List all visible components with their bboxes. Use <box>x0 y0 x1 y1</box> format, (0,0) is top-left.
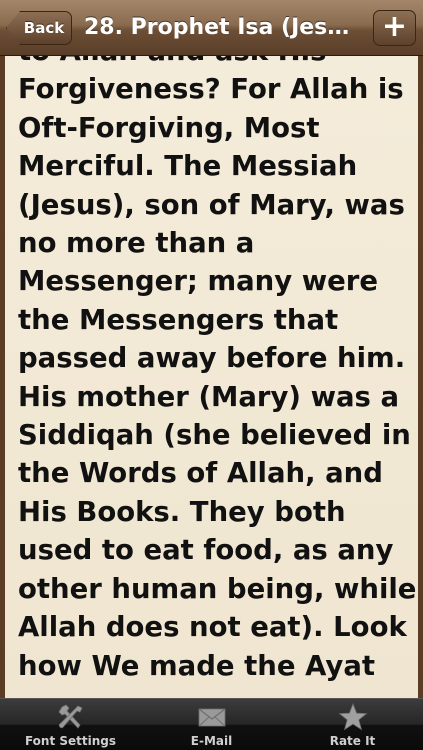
tab-label: Rate It <box>329 734 376 748</box>
text-line: other human being, while <box>18 572 417 605</box>
tab-rate-it[interactable]: Rate It <box>282 699 423 750</box>
text-line: no more than a <box>18 227 255 260</box>
text-line: Forgiveness? For Allah is <box>18 73 404 106</box>
text-line: to Allah and ask His <box>18 56 418 70</box>
add-button[interactable]: + <box>373 10 416 46</box>
chapter-body-text: to Allah and ask His Forgiveness? For Al… <box>18 56 418 685</box>
tab-email[interactable]: E-Mail <box>141 699 282 750</box>
text-line: the Words of Allah, and <box>18 457 383 490</box>
tab-bar: Font Settings E-Mail Rate It <box>0 698 423 750</box>
envelope-icon <box>198 708 225 727</box>
text-line: Merciful. The Messiah <box>18 150 358 183</box>
tab-label: Font Settings <box>24 734 117 748</box>
text-line: Siddiqah (she believed in <box>18 419 411 452</box>
text-line: Allah does not eat). Look <box>18 611 407 644</box>
text-line: Oft-Forgiving, Most <box>18 111 320 144</box>
text-content-area[interactable]: to Allah and ask His Forgiveness? For Al… <box>0 56 423 698</box>
text-line: (Jesus), son of Mary, was <box>18 188 405 221</box>
star-icon <box>337 703 368 731</box>
text-line: Messenger; many were <box>18 265 379 298</box>
text-line: how We made the Ayat <box>18 649 376 682</box>
text-line: His Books. They both <box>18 495 346 528</box>
tab-label: E-Mail <box>190 734 233 748</box>
navigation-bar: Back 28. Prophet Isa (Jesus) + <box>0 0 423 56</box>
text-line: passed away before him. <box>18 342 406 375</box>
text-line: the Messengers that <box>18 303 339 336</box>
back-button[interactable]: Back <box>6 11 72 45</box>
text-line: His mother (Mary) was a <box>18 380 400 413</box>
tab-font-settings[interactable]: Font Settings <box>0 699 141 750</box>
tools-icon <box>57 704 83 729</box>
text-line: used to eat food, as any <box>18 534 394 567</box>
page-title: 28. Prophet Isa (Jesus) <box>84 15 364 40</box>
